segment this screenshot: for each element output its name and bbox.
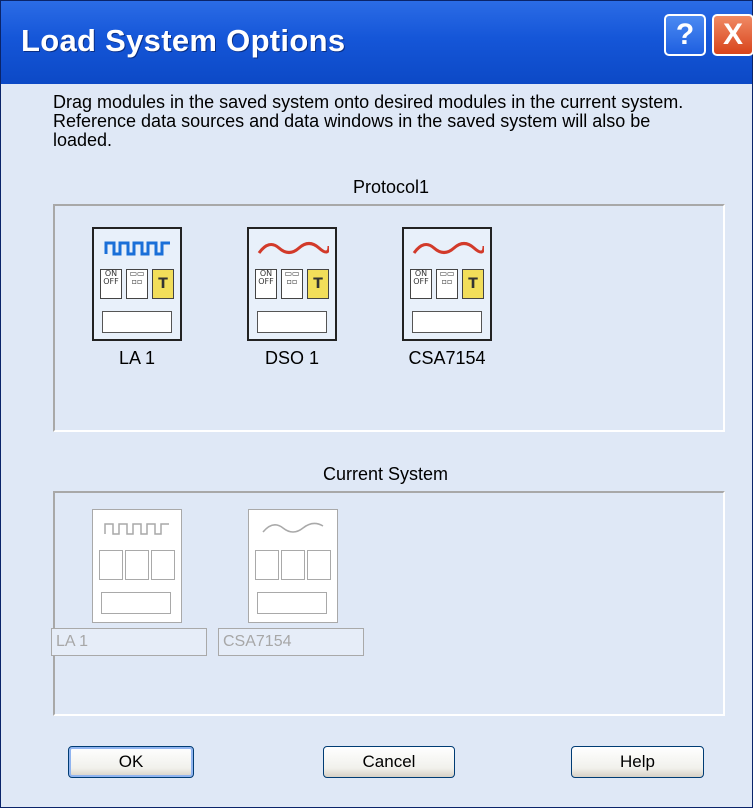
trigger-icon: T [152, 269, 174, 299]
module-display-icon [102, 311, 172, 333]
title-bar[interactable]: Load System Options ? X [1, 1, 753, 84]
slot-box-icon [255, 550, 279, 580]
slot-box-icon [151, 550, 175, 580]
module-display-icon [412, 311, 482, 333]
slot-box-icon [307, 550, 331, 580]
question-icon: ? [675, 18, 695, 51]
load-system-options-dialog: Load System Options ? X Drag modules in … [0, 0, 753, 808]
saved-group-label: Protocol1 [353, 177, 430, 197]
saved-module-label: DSO 1 [264, 348, 320, 368]
channel-switch-icon: ▭▭ ▫▫ [281, 269, 303, 299]
help-button[interactable]: Help [571, 746, 704, 778]
saved-module-csa7154[interactable]: ON OFF ▭▭ ▫▫ T [402, 227, 492, 341]
analog-wave-icon [257, 242, 329, 254]
channel-switch-icon: ▭▭ ▫▫ [126, 269, 148, 299]
dialog-title: Load System Options [21, 23, 346, 58]
title-close-button[interactable]: X [712, 14, 753, 56]
analog-wave-icon [412, 242, 484, 254]
logic-wave-icon [104, 241, 170, 256]
close-icon: X [722, 18, 743, 51]
current-group-label: Current System [323, 464, 449, 484]
current-module-csa7154[interactable] [248, 509, 338, 623]
slot-box-icon [281, 550, 305, 580]
on-off-switch-icon: ON OFF [410, 269, 432, 299]
saved-module-label: CSA7154 [408, 348, 486, 368]
saved-module-la1[interactable]: ON OFF ▭▭ ▫▫ T [92, 227, 182, 341]
current-module-label[interactable]: CSA7154 [218, 628, 364, 656]
cancel-button[interactable]: Cancel [323, 746, 455, 778]
analog-wave-icon [262, 522, 324, 533]
current-system-group: LA 1 CSA7154 [51, 491, 725, 716]
saved-module-dso1[interactable]: ON OFF ▭▭ ▫▫ T [247, 227, 337, 341]
on-off-switch-icon: ON OFF [255, 269, 277, 299]
module-display-icon [101, 592, 171, 614]
slot-box-icon [99, 550, 123, 580]
module-display-icon [257, 592, 327, 614]
saved-system-group: ON OFF ▭▭ ▫▫ T LA 1 ON OFF ▭▭ ▫▫ T DSO 1 ON O… [53, 204, 725, 432]
trigger-icon: T [462, 269, 484, 299]
title-help-button[interactable]: ? [664, 14, 706, 56]
current-module-label[interactable]: LA 1 [51, 628, 207, 656]
saved-module-label: LA 1 [118, 348, 156, 368]
channel-switch-icon: ▭▭ ▫▫ [436, 269, 458, 299]
module-display-icon [257, 311, 327, 333]
on-off-switch-icon: ON OFF [100, 269, 122, 299]
slot-box-icon [125, 550, 149, 580]
trigger-icon: T [307, 269, 329, 299]
logic-wave-icon [104, 523, 169, 535]
ok-button[interactable]: OK [68, 746, 194, 778]
dialog-description: Drag modules in the saved system onto de… [53, 92, 684, 150]
current-module-la1[interactable] [92, 509, 182, 623]
